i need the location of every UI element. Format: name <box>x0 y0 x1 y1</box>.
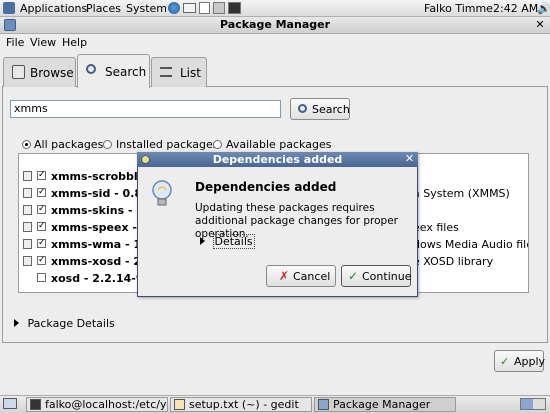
lightbulb-icon <box>149 178 175 213</box>
menu-help[interactable]: Help <box>62 36 87 49</box>
package-manager-icon[interactable] <box>4 19 16 31</box>
package-icon <box>23 188 32 198</box>
window-close-icon[interactable]: ✕ <box>534 19 546 31</box>
search-icon <box>86 64 96 74</box>
search-button[interactable]: Search <box>290 98 350 120</box>
package-icon <box>23 205 32 215</box>
package-summary: dows Media Audio files <box>413 238 529 251</box>
dialog-details-label: Details <box>212 234 255 249</box>
web-browser-icon[interactable] <box>168 2 180 14</box>
foot-icon[interactable] <box>3 2 15 14</box>
package-manager-icon <box>318 399 329 410</box>
terminal-icon <box>30 399 41 410</box>
taskbar-item-gedit[interactable]: setup.txt (~) - gedit <box>170 397 312 412</box>
dialog-details-expander[interactable]: Details <box>200 234 255 249</box>
applications-menu[interactable]: Applications <box>20 2 87 15</box>
mail-icon[interactable] <box>183 3 196 13</box>
places-menu[interactable]: Places <box>86 2 121 15</box>
package-details-label: Package Details <box>27 317 115 330</box>
package-checkbox[interactable]: ✓ <box>37 188 46 197</box>
dialog-app-icon <box>141 155 150 164</box>
checkmark-icon: ✓ <box>500 355 510 368</box>
radio-installed-packages[interactable] <box>103 140 112 149</box>
package-icon <box>23 239 32 249</box>
menu-file[interactable]: File <box>6 36 24 49</box>
continue-button-label: Continue <box>362 270 412 283</box>
package-summary: a System (XMMS) <box>413 187 510 200</box>
cancel-icon: ✗ <box>279 269 290 283</box>
volume-icon[interactable]: 🔊 <box>537 3 550 14</box>
tab-list-label: List <box>180 66 201 80</box>
notes-icon[interactable] <box>199 2 210 14</box>
tab-browse[interactable]: Browse <box>3 57 76 87</box>
package-checkbox[interactable]: ✓ <box>37 256 46 265</box>
package-name: xmms-scrobbler <box>51 170 151 183</box>
dialog-title: Dependencies added <box>212 153 343 166</box>
window-title: Package Manager <box>220 18 330 31</box>
search-input[interactable]: xmms <box>10 100 281 118</box>
dialog-heading: Dependencies added <box>195 180 337 194</box>
continue-icon: ✓ <box>348 269 359 283</box>
package-checkbox[interactable]: ✓ <box>37 205 46 214</box>
expander-arrow-icon <box>14 319 19 327</box>
search-icon <box>298 104 307 113</box>
taskbar-item-label: Package Manager <box>333 398 431 411</box>
package-icon <box>23 171 32 181</box>
package-icon <box>23 256 32 266</box>
taskbar-item-terminal[interactable]: falko@localhost:/etc/yu... <box>26 397 168 412</box>
system-menu[interactable]: System <box>126 2 167 15</box>
menu-view[interactable]: View <box>30 36 56 49</box>
browse-icon <box>12 65 25 79</box>
package-summary: eex files <box>413 221 459 234</box>
expander-arrow-icon <box>200 237 205 245</box>
package-checkbox[interactable]: ✓ <box>37 222 46 231</box>
list-icon <box>160 67 172 77</box>
package-icon <box>23 222 32 232</box>
package-checkbox[interactable]: ✓ <box>37 239 46 248</box>
show-desktop-icon[interactable] <box>3 398 17 409</box>
user-name: Falko Timme <box>424 2 493 15</box>
tab-list[interactable]: List <box>151 57 207 87</box>
radio-all-packages[interactable] <box>22 140 31 149</box>
radio-installed-label: Installed packages <box>116 138 219 151</box>
package-details-expander[interactable]: Package Details <box>14 317 115 330</box>
tab-browse-label: Browse <box>30 66 74 80</box>
cancel-button-label: Cancel <box>293 270 331 283</box>
clock[interactable]: 2:42 AM <box>493 2 538 15</box>
package-checkbox[interactable] <box>37 273 46 282</box>
menubar: File View Help <box>0 34 550 51</box>
terminal-icon[interactable] <box>228 2 241 14</box>
package-summary: e XOSD library <box>413 255 494 268</box>
radio-available-label: Available packages <box>226 138 332 151</box>
dialog-close-icon[interactable]: ✕ <box>403 153 416 165</box>
dialog-titlebar: Dependencies added <box>137 152 418 167</box>
taskbar-item-package-manager[interactable]: Package Manager <box>314 397 456 412</box>
search-button-label: Search <box>312 103 350 116</box>
tab-search-label: Search <box>105 65 147 79</box>
edit-icon[interactable] <box>213 2 225 14</box>
cancel-button[interactable]: ✗ Cancel <box>266 265 336 287</box>
radio-all-label: All packages <box>34 138 104 151</box>
apply-button-label: Apply <box>514 355 546 368</box>
tab-search[interactable]: Search <box>77 54 150 88</box>
text-editor-icon <box>174 399 185 410</box>
window-titlebar: Package Manager <box>0 17 550 34</box>
apply-button[interactable]: ✓ Apply <box>494 350 546 372</box>
package-checkbox[interactable]: ✓ <box>37 171 46 180</box>
radio-available-packages[interactable] <box>213 140 222 149</box>
taskbar-item-label: falko@localhost:/etc/yu... <box>45 398 167 411</box>
taskbar-item-label: setup.txt (~) - gedit <box>189 398 299 411</box>
continue-button[interactable]: ✓ Continue <box>341 265 411 287</box>
workspace-switcher[interactable] <box>520 398 546 410</box>
